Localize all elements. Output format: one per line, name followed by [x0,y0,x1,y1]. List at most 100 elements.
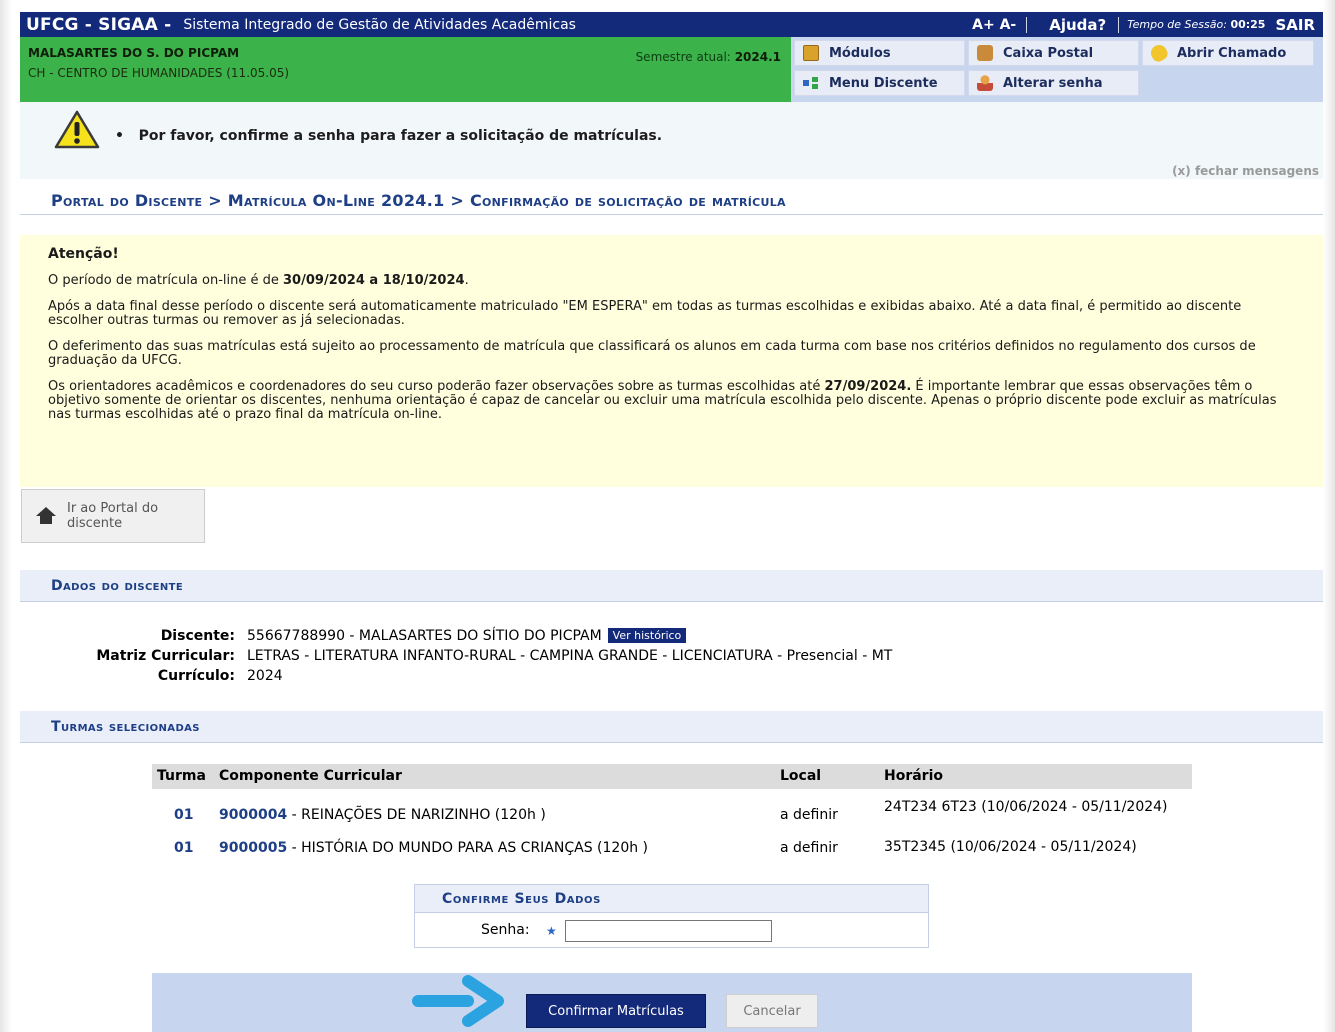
divider [1118,16,1120,33]
period-text: O período de matrícula on-line é de [48,273,284,288]
user-name: MALASARTES DO S. DO PICPAM [28,46,240,60]
semester-label: Semestre atual: [635,50,731,64]
local-cell: a definir [780,840,838,856]
componente-name: - HISTÓRIA DO MUNDO PARA AS CRIANÇAS (12… [287,840,649,856]
matriz-row: Matriz Curricular: LETRAS - LITERATURA I… [20,646,892,666]
alterar-senha-button[interactable]: Alterar senha [968,70,1139,96]
attention-paragraph-3: O deferimento das suas matrículas está s… [48,339,1256,368]
matriz-label: Matriz Curricular: [96,648,235,664]
confirm-box-title: Confirme Seus Dados [442,891,601,907]
p4-date: 27/09/2024. [824,379,912,394]
session-label: Tempo de Sessão: [1127,18,1227,31]
discente-value: 55667788990 - MALASARTES DO SÍTIO DO PIC… [247,628,687,644]
ver-historico-button[interactable]: Ver histórico [607,628,687,643]
table-row: 01 9000005 - HISTÓRIA DO MUNDO PARA AS C… [152,836,1192,860]
componente-code-link[interactable]: 9000004 [219,807,287,823]
close-messages-link[interactable]: (x) fechar mensagens [1172,164,1319,178]
warning-icon [54,110,100,149]
form-footer: Confirmar Matrículas Cancelar [152,973,1192,1032]
semester-value: 2024.1 [734,50,781,64]
turmas-section-title: Turmas selecionadas [51,719,200,735]
period-dates: 30/09/2024 a 18/10/2024 [283,273,465,288]
horario-cell: 24T234 6T23 (10/06/2024 - 05/11/2024) [884,799,1168,815]
menu-discente-button[interactable]: Menu Discente [794,70,965,96]
componente-code-link[interactable]: 9000005 [219,840,287,856]
box-icon [803,45,819,61]
session-time: 00:25 [1230,18,1266,31]
matriz-value: LETRAS - LITERATURA INFANTO-RURAL - CAMP… [247,648,893,664]
componente-cell: 9000004 - REINAÇÕES DE NARIZINHO (120h ) [219,807,546,823]
turma-cell: 01 [174,840,194,856]
page: UFCG - SIGAA - Sistema Integrado de Gest… [20,12,1323,1032]
breadcrumb: Portal do Discente > Matrícula On-Line 2… [20,179,1323,215]
divider [1026,16,1028,33]
period-end: . [464,273,469,288]
turmas-section-header: Turmas selecionadas [20,711,1323,743]
column-componente: Componente Curricular [219,768,402,784]
discente-label: Discente: [160,628,235,644]
mailbox-icon [977,45,993,61]
p4-text-a: Os orientadores acadêmicos e coordenador… [48,379,825,394]
componente-name: - REINAÇÕES DE NARIZINHO (120h ) [287,807,546,823]
dados-section-header: Dados do discente [20,570,1323,602]
confirm-data-box: Confirme Seus Dados Senha: ★ [414,884,929,948]
confirm-enrollment-button[interactable]: Confirmar Matrículas [526,994,706,1028]
discente-row: Discente: 55667788990 - MALASARTES DO SÍ… [20,626,687,646]
table-row: 01 9000004 - REINAÇÕES DE NARIZINHO (120… [152,796,1192,832]
right-shadow [1323,0,1335,1032]
column-turma: Turma [157,768,206,784]
caixa-postal-button[interactable]: Caixa Postal [968,40,1139,66]
left-shadow [0,0,12,1032]
horario-cell: 35T2345 (10/06/2024 - 05/11/2024) [884,839,1137,855]
curriculo-row: Currículo: 2024 [20,666,283,686]
attention-paragraph-2: Após a data final desse período o discen… [48,299,1242,328]
message-body: Por favor, confirme a senha para fazer a… [138,128,663,144]
font-size-controls[interactable]: A+ A- [962,17,1026,33]
dados-section-title: Dados do discente [51,578,184,594]
user-info-band: MALASARTES DO S. DO PICPAM CH - CENTRO D… [20,37,1323,102]
required-icon: ★ [546,924,557,938]
attention-paragraph-4: Os orientadores acadêmicos e coordenador… [48,380,1295,422]
confirm-box-body: Senha: ★ [415,913,928,948]
help-link[interactable]: Ajuda? [1027,16,1118,34]
top-bar-right: A+ A- Ajuda? Tempo de Sessão: 00:25 SAIR [962,12,1315,37]
logout-link[interactable]: SAIR [1273,16,1315,34]
discente-text: 55667788990 - MALASARTES DO SÍTIO DO PIC… [247,628,602,644]
componente-cell: 9000005 - HISTÓRIA DO MUNDO PARA AS CRIA… [219,840,648,856]
column-local: Local [780,768,822,784]
cancel-button[interactable]: Cancelar [726,994,818,1028]
breadcrumb-text: Portal do Discente > Matrícula On-Line 2… [51,191,786,210]
brand-description: Sistema Integrado de Gestão de Atividade… [183,16,576,33]
attention-box: Atenção! O período de matrícula on-line … [20,235,1323,487]
user-box: MALASARTES DO S. DO PICPAM CH - CENTRO D… [20,37,791,102]
arrow-right-icon [412,975,504,1027]
caixa-postal-label: Caixa Postal [1003,45,1094,61]
curriculo-label: Currículo: [157,668,235,684]
brand-title[interactable]: UFCG - SIGAA - [20,15,171,35]
column-horario: Horário [884,768,944,784]
password-label: Senha: [481,922,530,938]
password-input[interactable] [565,920,772,942]
abrir-chamado-label: Abrir Chamado [1177,45,1287,61]
message-area: • Por favor, confirme a senha para fazer… [20,102,1323,179]
turma-cell: 01 [174,807,194,823]
user-key-icon [977,75,993,91]
current-semester: Semestre atual: 2024.1 [636,50,781,64]
alterar-senha-label: Alterar senha [1003,75,1103,91]
top-bar: UFCG - SIGAA - Sistema Integrado de Gest… [20,12,1323,37]
menu-discente-label: Menu Discente [829,75,938,91]
modulos-label: Módulos [829,45,891,61]
attention-period: O período de matrícula on-line é de 30/0… [48,274,1295,288]
student-data: Discente: 55667788990 - MALASARTES DO SÍ… [20,626,1323,706]
confirm-box-header: Confirme Seus Dados [415,885,928,913]
abrir-chamado-button[interactable]: Abrir Chamado [1142,40,1314,66]
user-unit: CH - CENTRO DE HUMANIDADES (11.05.05) [28,66,290,80]
curriculo-value: 2024 [247,668,283,684]
table-header: Turma Componente Curricular Local Horári… [152,764,1192,789]
modulos-button[interactable]: Módulos [794,40,965,66]
session-timer: Tempo de Sessão: 00:25 [1119,18,1273,31]
portal-discente-label: Ir ao Portal do discente [67,501,159,531]
portal-discente-button[interactable]: Ir ao Portal do discente [21,489,205,543]
turmas-table-area: Turma Componente Curricular Local Horári… [152,764,1192,1032]
browser-frame: UFCG - SIGAA - Sistema Integrado de Gest… [0,0,1335,1032]
